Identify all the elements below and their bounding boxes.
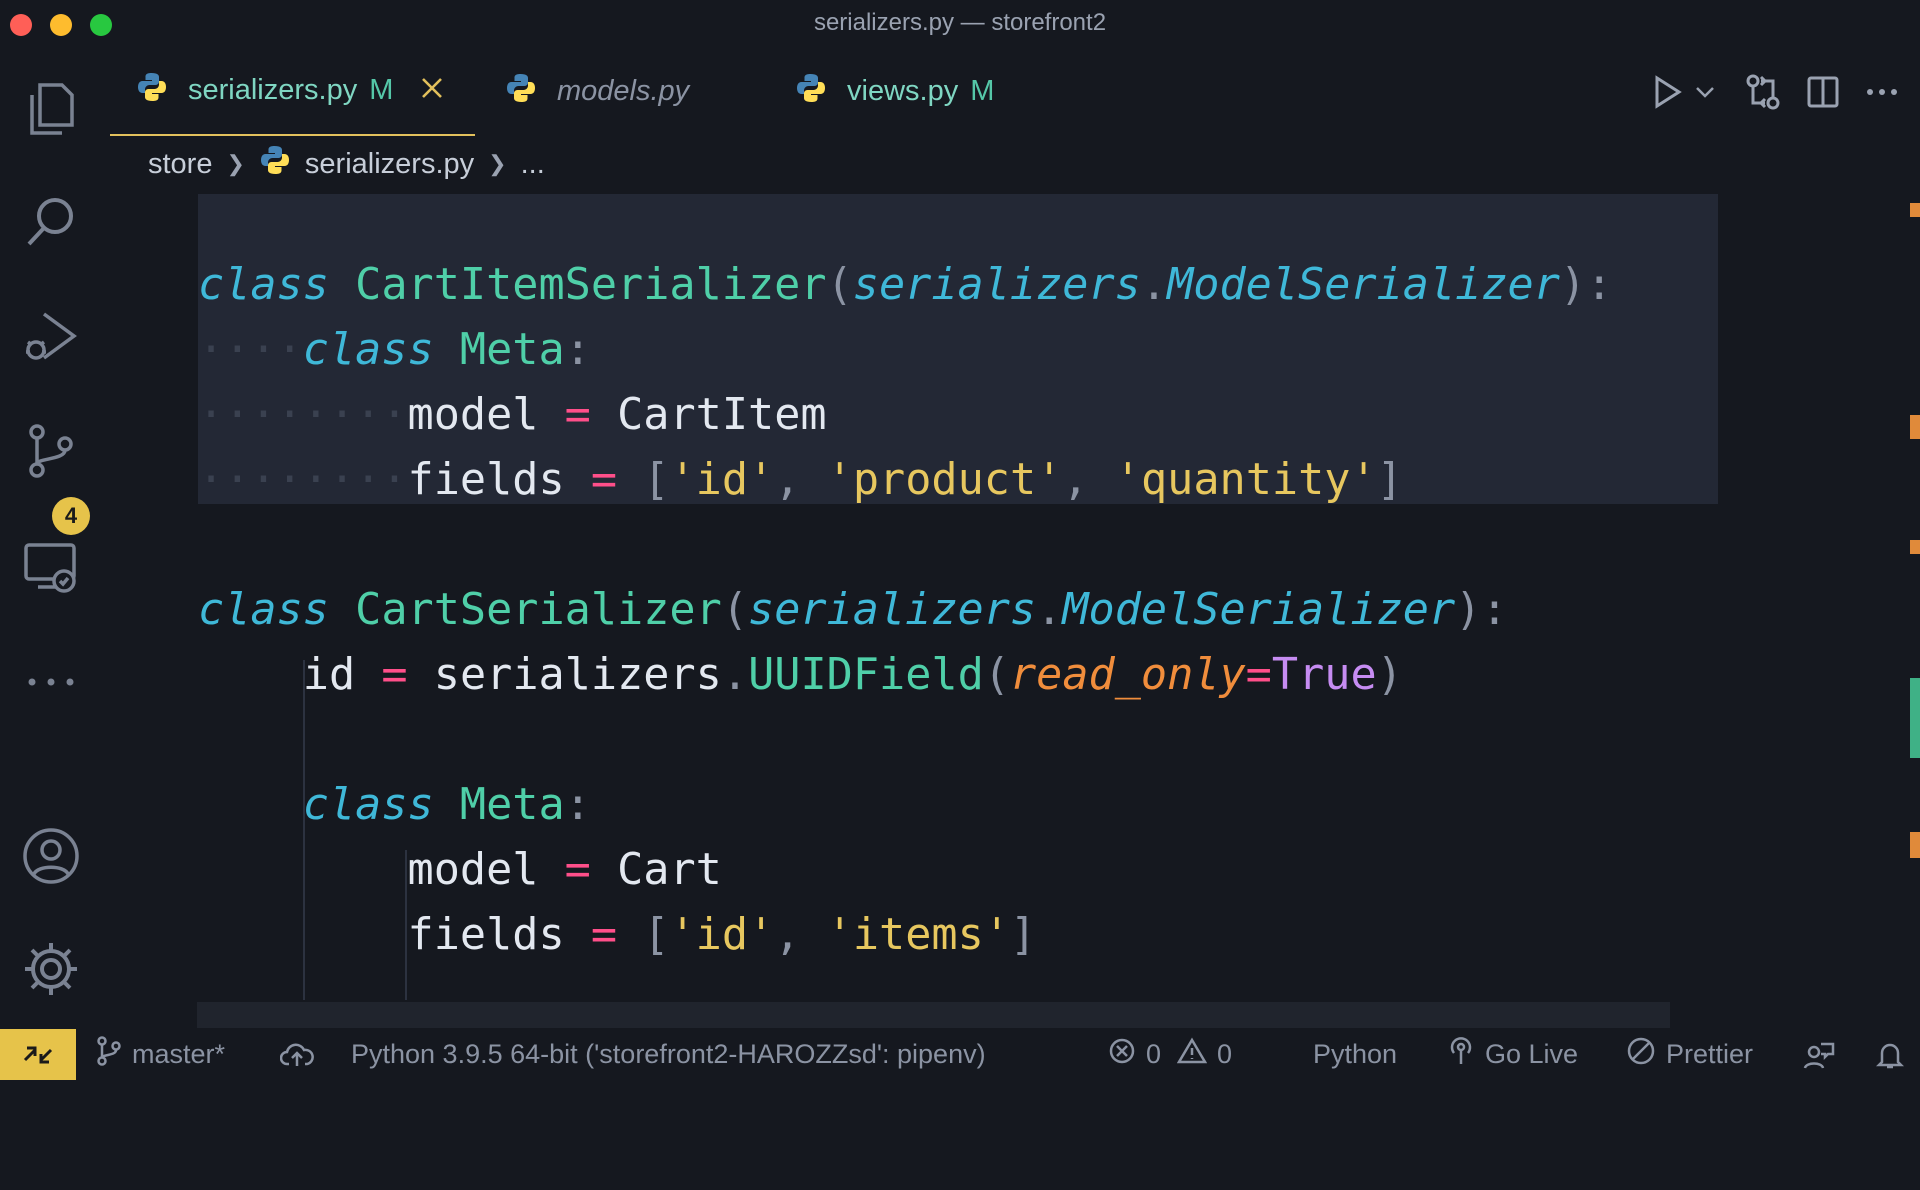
code-line: ····class Meta:	[198, 325, 591, 375]
warning-icon	[1176, 1037, 1217, 1072]
go-live-label: Go Live	[1485, 1039, 1579, 1069]
overview-ruler-marker	[1910, 678, 1920, 758]
tab-models[interactable]: models.py	[505, 47, 689, 136]
settings-gear-icon[interactable]	[19, 937, 83, 1001]
ellipsis-icon[interactable]	[1866, 69, 1898, 115]
problems-status[interactable]: 0 0	[1108, 1029, 1232, 1080]
prettier-icon	[1626, 1036, 1666, 1073]
breadcrumb-folder[interactable]: store	[148, 148, 212, 181]
code-line: model = Cart	[407, 845, 722, 895]
error-count: 0	[1146, 1039, 1162, 1069]
language-mode[interactable]: Python	[1313, 1029, 1397, 1080]
python-interpreter-status[interactable]: Python 3.9.5 64-bit ('storefront2-HAROZZ…	[351, 1029, 986, 1080]
title-bar: serializers.py — storefront2	[0, 0, 1920, 47]
source-control-badge: 4	[52, 497, 90, 535]
overview-ruler-marker	[1910, 415, 1920, 439]
warning-count: 0	[1217, 1039, 1233, 1069]
python-icon	[136, 71, 168, 111]
search-icon[interactable]	[19, 190, 83, 254]
compare-changes-icon[interactable]	[1745, 69, 1781, 115]
code-line: class CartSerializer(serializers.ModelSe…	[198, 585, 1508, 635]
run-debug-icon[interactable]	[19, 305, 83, 369]
cloud-sync-icon[interactable]	[280, 1029, 324, 1080]
source-control-icon[interactable]	[19, 419, 83, 483]
branch-name: master*	[132, 1039, 226, 1069]
modified-indicator: M	[970, 75, 995, 107]
breadcrumb: store ❯ serializers.py ❯ ...	[148, 142, 545, 186]
tab-label: serializers.py	[188, 74, 358, 106]
go-live-button[interactable]: Go Live	[1447, 1029, 1578, 1080]
prettier-label: Prettier	[1666, 1039, 1754, 1069]
overview-ruler-marker	[1910, 203, 1920, 217]
remote-icon[interactable]	[0, 1029, 76, 1080]
tab-serializers[interactable]: serializers.py M	[110, 47, 475, 136]
overview-ruler-marker	[1910, 832, 1920, 858]
code-editor[interactable]: class CartItemSerializer(serializers.Mod…	[110, 190, 1910, 1029]
tab-label: views.py	[847, 75, 959, 107]
code-line: class Meta:	[302, 780, 591, 830]
code-line: ········model = CartItem	[198, 390, 827, 440]
activity-bar: 4	[0, 47, 110, 1029]
bell-icon[interactable]	[1876, 1029, 1914, 1080]
status-bar: master* Python 3.9.5 64-bit ('storefront…	[0, 1029, 1920, 1080]
error-icon	[1108, 1037, 1146, 1072]
close-icon[interactable]	[421, 74, 443, 107]
python-icon	[795, 72, 827, 112]
code-line: class CartItemSerializer(serializers.Mod…	[198, 260, 1613, 310]
tab-bar: serializers.py M models.py views.py M	[110, 47, 1920, 136]
code-line: fields = ['id', 'items']	[407, 910, 1037, 960]
chevron-down-icon[interactable]	[1695, 69, 1715, 115]
run-icon[interactable]	[1653, 69, 1683, 115]
code-line: ········fields = ['id', 'product', 'quan…	[198, 455, 1403, 505]
explorer-icon[interactable]	[19, 77, 83, 141]
tab-views[interactable]: views.py M	[795, 47, 994, 136]
chevron-right-icon: ❯	[226, 151, 245, 176]
modified-indicator: M	[369, 74, 394, 106]
tab-label: models.py	[557, 75, 690, 107]
split-editor-icon[interactable]	[1806, 69, 1840, 115]
broadcast-icon	[1447, 1036, 1485, 1073]
feedback-icon[interactable]	[1803, 1029, 1845, 1080]
window-title: serializers.py — storefront2	[813, 9, 1107, 36]
code-line: id = serializers.UUIDField(read_only=Tru…	[302, 650, 1403, 700]
remote-explorer-icon[interactable]	[19, 535, 83, 599]
python-icon	[505, 72, 537, 112]
git-branch-icon	[96, 1036, 132, 1073]
breadcrumb-file[interactable]: serializers.py	[305, 148, 474, 181]
prettier-status[interactable]: Prettier	[1626, 1029, 1753, 1080]
chevron-right-icon: ❯	[488, 151, 507, 176]
horizontal-scrollbar[interactable]	[197, 1002, 1670, 1028]
breadcrumb-symbols[interactable]: ...	[521, 148, 545, 181]
account-icon[interactable]	[19, 824, 83, 888]
python-icon	[259, 144, 291, 184]
more-icon[interactable]	[19, 650, 83, 714]
overview-ruler-marker	[1910, 540, 1920, 554]
git-branch-status[interactable]: master*	[96, 1029, 225, 1080]
